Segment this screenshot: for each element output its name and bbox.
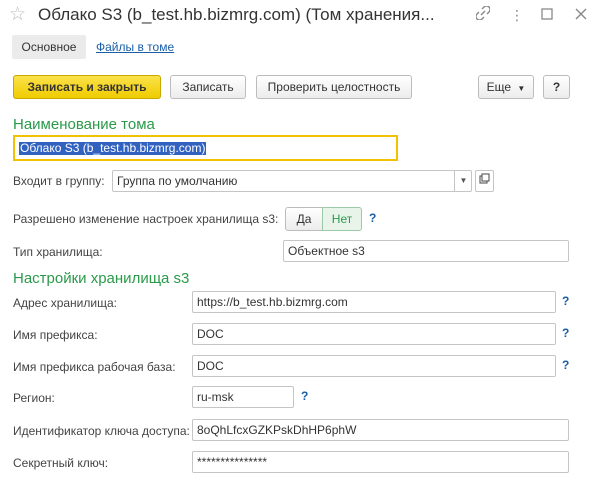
link-icon[interactable] (474, 5, 492, 24)
group-select[interactable]: Группа по умолчанию (112, 170, 472, 192)
storage-type-value: Объектное s3 (288, 244, 365, 258)
storage-type-label: Тип хранилища: (13, 245, 103, 259)
access-key-input[interactable]: 8oQhLfcxGZKPskDhHP6phW (192, 419, 569, 441)
prefix-label: Имя префикса: (13, 328, 98, 342)
group-label: Входит в группу: (13, 174, 105, 188)
prefix-work-help[interactable]: ? (562, 358, 569, 372)
toggle-no[interactable]: Нет (322, 207, 362, 231)
prefix-value: DOC (197, 327, 224, 341)
prefix-work-value: DOC (197, 359, 224, 373)
access-key-label: Идентификатор ключа доступа: (13, 424, 190, 438)
help-button[interactable]: ? (543, 75, 570, 99)
secret-key-value: *************** (197, 455, 268, 469)
name-section-title: Наименование тома (13, 116, 155, 133)
region-value: ru-msk (197, 390, 234, 404)
save-and-close-button[interactable]: Записать и закрыть (13, 75, 161, 99)
prefix-work-label: Имя префикса рабочая база: (13, 360, 176, 374)
open-form-icon[interactable] (475, 170, 494, 192)
prefix-work-input[interactable]: DOC (192, 355, 556, 377)
close-icon[interactable] (572, 6, 590, 24)
volume-name-input[interactable]: Облако S3 (b_test.hb.bizmrg.com) (13, 135, 398, 161)
address-label: Адрес хранилища: (13, 296, 117, 310)
storage-type-field: Объектное s3 (283, 240, 569, 262)
prefix-input[interactable]: DOC (192, 323, 556, 345)
settings-section-title: Настройки хранилища s3 (13, 270, 190, 287)
check-integrity-button[interactable]: Проверить целостность (256, 75, 412, 99)
more-button-label: Еще (486, 80, 512, 94)
region-label: Регион: (13, 391, 55, 405)
save-button[interactable]: Записать (170, 75, 246, 99)
address-help[interactable]: ? (562, 294, 569, 308)
change-allowed-label: Разрешено изменение настроек хранилища s… (13, 212, 279, 226)
access-key-value: 8oQhLfcxGZKPskDhHP6phW (197, 423, 357, 437)
secret-key-input[interactable]: *************** (192, 451, 569, 473)
secret-key-label: Секретный ключ: (13, 456, 109, 470)
volume-name-value: Облако S3 (b_test.hb.bizmrg.com) (19, 141, 207, 155)
window-title: Облако S3 (b_test.hb.bizmrg.com) (Том хр… (38, 5, 435, 24)
group-value: Группа по умолчанию (117, 174, 238, 188)
more-icon[interactable]: ⋮ (508, 6, 526, 24)
chevron-down-icon[interactable]: ▼ (454, 170, 472, 192)
tab-files[interactable]: Файлы в томе (96, 40, 174, 54)
region-input[interactable]: ru-msk (192, 386, 294, 408)
star-icon[interactable]: ☆ (9, 4, 26, 26)
address-input[interactable]: https://b_test.hb.bizmrg.com (192, 291, 556, 313)
chevron-down-icon: ▼ (517, 84, 526, 93)
prefix-help[interactable]: ? (562, 326, 569, 340)
window-titlebar: ☆ Облако S3 (b_test.hb.bizmrg.com) (Том … (0, 0, 606, 32)
address-value: https://b_test.hb.bizmrg.com (197, 295, 348, 309)
change-allowed-help[interactable]: ? (369, 211, 376, 225)
more-button[interactable]: Еще ▼ (478, 75, 534, 99)
toggle-yes[interactable]: Да (285, 207, 323, 231)
tab-main[interactable]: Основное (12, 35, 86, 59)
region-help[interactable]: ? (301, 389, 308, 403)
maximize-icon[interactable] (538, 6, 556, 24)
